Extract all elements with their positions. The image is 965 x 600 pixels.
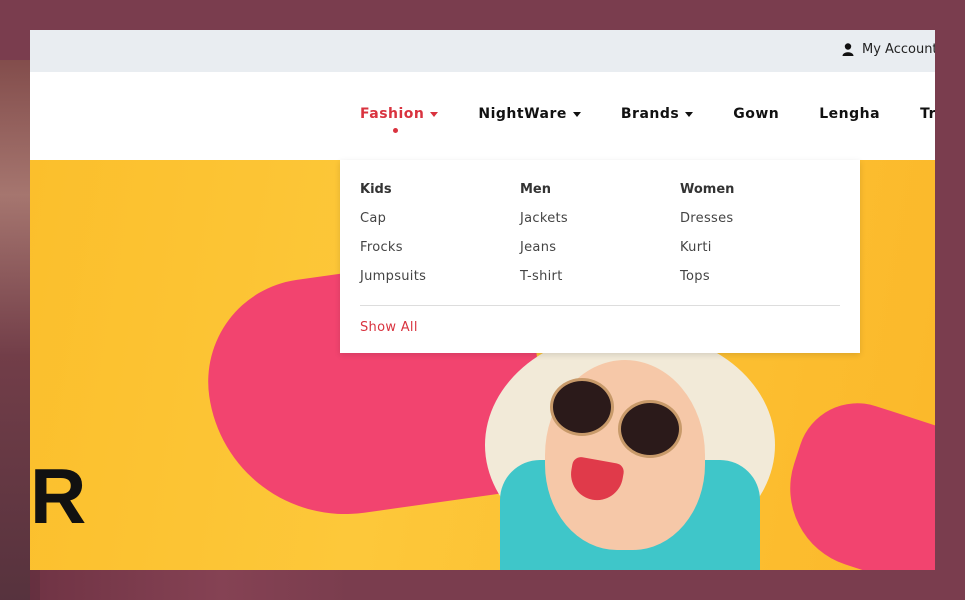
menu-column-heading: Kids	[360, 182, 392, 197]
nav-item-label: NightWare	[478, 106, 567, 122]
hero-image-sunglasses	[618, 400, 682, 458]
menu-column-women: Women Dresses Kurti Tops	[680, 182, 734, 298]
nav-item-label: Gown	[733, 106, 780, 122]
show-all-link[interactable]: Show All	[360, 320, 418, 335]
caret-down-icon	[685, 111, 694, 117]
menu-link[interactable]: T-shirt	[520, 269, 568, 284]
nav-item-label: Fashion	[360, 106, 425, 122]
fashion-mega-menu: Kids Cap Frocks Jumpsuits Men Jackets Je…	[340, 160, 860, 353]
page-frame: My Account Fashion NightWare Brands Gown…	[30, 30, 935, 570]
menu-divider	[360, 305, 840, 306]
menu-link[interactable]: Tops	[680, 269, 734, 284]
my-account-link[interactable]: My Account	[842, 42, 935, 57]
nav-item-lengha[interactable]: Lengha	[819, 106, 880, 122]
my-account-label: My Account	[862, 42, 935, 57]
menu-link[interactable]: Dresses	[680, 211, 734, 226]
menu-column-heading: Men	[520, 182, 552, 197]
nav-item-label: Brands	[620, 106, 680, 122]
caret-down-icon	[430, 111, 439, 117]
hero-image-sunglasses	[550, 378, 614, 436]
nav-item-trek-pants[interactable]: Trek Pants	[920, 106, 935, 122]
hero-image-sleeve	[769, 387, 935, 570]
menu-link[interactable]: Frocks	[360, 240, 426, 255]
menu-link[interactable]: Cap	[360, 211, 426, 226]
main-header: Fashion NightWare Brands Gown Lengha Tre…	[30, 72, 935, 161]
nav-item-nightware[interactable]: NightWare	[478, 106, 581, 122]
menu-column-heading: Women	[680, 182, 735, 197]
caret-down-icon	[572, 111, 581, 117]
menu-link[interactable]: Jeans	[520, 240, 568, 255]
menu-link[interactable]: Kurti	[680, 240, 734, 255]
nav-item-fashion[interactable]: Fashion	[360, 106, 439, 133]
menu-column-men: Men Jackets Jeans T-shirt	[520, 182, 568, 298]
active-indicator-dot	[393, 128, 398, 133]
menu-column-kids: Kids Cap Frocks Jumpsuits	[360, 182, 426, 298]
menu-link[interactable]: Jumpsuits	[360, 269, 426, 284]
nav-item-label: Trek Pants	[920, 106, 935, 122]
hero-headline: R	[30, 452, 87, 540]
main-nav: Fashion NightWare Brands Gown Lengha Tre…	[360, 106, 935, 133]
menu-link[interactable]: Jackets	[520, 211, 568, 226]
nav-item-gown[interactable]: Gown	[733, 106, 779, 122]
top-bar: My Account	[30, 30, 935, 72]
background-photo-bottom	[30, 570, 350, 600]
nav-item-brands[interactable]: Brands	[620, 106, 694, 122]
nav-item-label: Lengha	[819, 106, 881, 122]
user-icon	[842, 43, 854, 56]
